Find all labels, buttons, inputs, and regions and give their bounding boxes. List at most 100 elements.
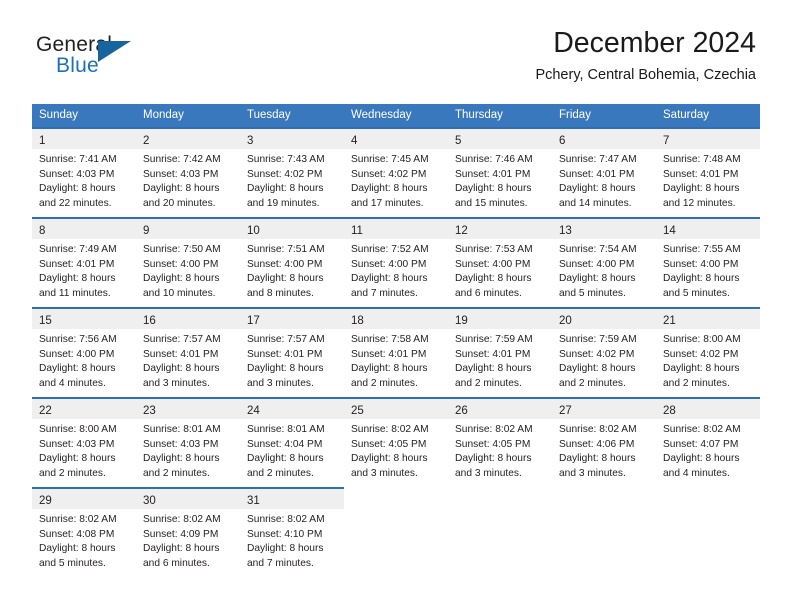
daylight-text-line2: and 2 minutes. — [663, 377, 730, 389]
daylight-text-line1: Daylight: 8 hours — [455, 273, 532, 285]
weekday-header-saturday: Saturday — [663, 109, 710, 121]
day-cell[interactable]: 24 Sunrise: 8:01 AM Sunset: 4:04 PM Dayl… — [240, 397, 344, 487]
day-cell[interactable]: 6 Sunrise: 7:47 AM Sunset: 4:01 PM Dayli… — [552, 127, 656, 217]
day-cell[interactable]: 10 Sunrise: 7:51 AM Sunset: 4:00 PM Dayl… — [240, 217, 344, 307]
day-cell[interactable]: 30 Sunrise: 8:02 AM Sunset: 4:09 PM Dayl… — [136, 487, 240, 577]
day-number-band: 24 — [240, 397, 344, 419]
daylight-text-line2: and 7 minutes. — [351, 287, 418, 299]
daylight-text-line2: and 3 minutes. — [455, 467, 522, 479]
day-number-band: 5 — [448, 127, 552, 149]
day-cell[interactable]: 11 Sunrise: 7:52 AM Sunset: 4:00 PM Dayl… — [344, 217, 448, 307]
day-cell-empty — [656, 487, 760, 577]
daylight-text-line1: Daylight: 8 hours — [559, 363, 636, 375]
sunrise-text: Sunrise: 8:02 AM — [559, 424, 637, 435]
day-cell[interactable]: 12 Sunrise: 7:53 AM Sunset: 4:00 PM Dayl… — [448, 217, 552, 307]
day-cell[interactable]: 2 Sunrise: 7:42 AM Sunset: 4:03 PM Dayli… — [136, 127, 240, 217]
day-cell[interactable]: 28 Sunrise: 8:02 AM Sunset: 4:07 PM Dayl… — [656, 397, 760, 487]
daylight-text-line1: Daylight: 8 hours — [559, 273, 636, 285]
day-number: 8 — [39, 225, 46, 237]
day-number: 17 — [247, 315, 260, 327]
day-number: 19 — [455, 315, 468, 327]
day-number: 7 — [663, 135, 670, 147]
daylight-text-line2: and 3 minutes. — [559, 467, 626, 479]
general-blue-logo[interactable]: General Blue — [36, 33, 216, 85]
sunrise-text: Sunrise: 8:01 AM — [247, 424, 325, 435]
day-number-band: 3 — [240, 127, 344, 149]
day-cell[interactable]: 7 Sunrise: 7:48 AM Sunset: 4:01 PM Dayli… — [656, 127, 760, 217]
day-cell[interactable]: 4 Sunrise: 7:45 AM Sunset: 4:02 PM Dayli… — [344, 127, 448, 217]
logo-text-blue: Blue — [56, 54, 99, 77]
daylight-text-line1: Daylight: 8 hours — [663, 363, 740, 375]
daylight-text-line2: and 10 minutes. — [143, 287, 216, 299]
sunrise-text: Sunrise: 7:54 AM — [559, 244, 637, 255]
day-cell[interactable]: 21 Sunrise: 8:00 AM Sunset: 4:02 PM Dayl… — [656, 307, 760, 397]
day-number-band — [656, 487, 760, 507]
day-details: Sunrise: 8:00 AM Sunset: 4:03 PM Dayligh… — [32, 419, 136, 481]
day-number-band: 11 — [344, 217, 448, 239]
day-cell[interactable]: 5 Sunrise: 7:46 AM Sunset: 4:01 PM Dayli… — [448, 127, 552, 217]
sunrise-text: Sunrise: 7:56 AM — [39, 334, 117, 345]
day-cell[interactable]: 17 Sunrise: 7:57 AM Sunset: 4:01 PM Dayl… — [240, 307, 344, 397]
weekday-header-wednesday: Wednesday — [351, 109, 412, 121]
sunrise-text: Sunrise: 8:02 AM — [143, 514, 221, 525]
day-cell[interactable]: 9 Sunrise: 7:50 AM Sunset: 4:00 PM Dayli… — [136, 217, 240, 307]
day-details: Sunrise: 8:02 AM Sunset: 4:10 PM Dayligh… — [240, 509, 344, 571]
daylight-text-line1: Daylight: 8 hours — [143, 183, 220, 195]
daylight-text-line1: Daylight: 8 hours — [455, 183, 532, 195]
page-header: General Blue December 2024 Pchery, Centr… — [0, 0, 792, 100]
day-cell-empty — [552, 487, 656, 577]
day-cell[interactable]: 16 Sunrise: 7:57 AM Sunset: 4:01 PM Dayl… — [136, 307, 240, 397]
daylight-text-line2: and 5 minutes. — [39, 557, 106, 569]
day-cell[interactable]: 13 Sunrise: 7:54 AM Sunset: 4:00 PM Dayl… — [552, 217, 656, 307]
day-number-band: 9 — [136, 217, 240, 239]
day-cell[interactable]: 14 Sunrise: 7:55 AM Sunset: 4:00 PM Dayl… — [656, 217, 760, 307]
day-number: 21 — [663, 315, 676, 327]
sunset-text: Sunset: 4:02 PM — [351, 168, 427, 180]
day-number: 1 — [39, 135, 46, 147]
daylight-text-line2: and 3 minutes. — [247, 377, 314, 389]
day-number-band: 14 — [656, 217, 760, 239]
day-cell[interactable]: 18 Sunrise: 7:58 AM Sunset: 4:01 PM Dayl… — [344, 307, 448, 397]
day-number-band: 20 — [552, 307, 656, 329]
day-cell[interactable]: 26 Sunrise: 8:02 AM Sunset: 4:05 PM Dayl… — [448, 397, 552, 487]
daylight-text-line2: and 6 minutes. — [143, 557, 210, 569]
daylight-text-line2: and 2 minutes. — [39, 467, 106, 479]
daylight-text-line1: Daylight: 8 hours — [143, 453, 220, 465]
day-details: Sunrise: 7:41 AM Sunset: 4:03 PM Dayligh… — [32, 149, 136, 211]
daylight-text-line1: Daylight: 8 hours — [247, 183, 324, 195]
daylight-text-line2: and 15 minutes. — [455, 197, 528, 209]
day-cell[interactable]: 25 Sunrise: 8:02 AM Sunset: 4:05 PM Dayl… — [344, 397, 448, 487]
day-cell[interactable]: 20 Sunrise: 7:59 AM Sunset: 4:02 PM Dayl… — [552, 307, 656, 397]
day-number: 28 — [663, 405, 676, 417]
day-details: Sunrise: 8:02 AM Sunset: 4:07 PM Dayligh… — [656, 419, 760, 481]
day-details: Sunrise: 7:43 AM Sunset: 4:02 PM Dayligh… — [240, 149, 344, 211]
day-cell[interactable]: 8 Sunrise: 7:49 AM Sunset: 4:01 PM Dayli… — [32, 217, 136, 307]
day-cell[interactable]: 1 Sunrise: 7:41 AM Sunset: 4:03 PM Dayli… — [32, 127, 136, 217]
day-number-band: 30 — [136, 487, 240, 509]
sunrise-text: Sunrise: 8:00 AM — [39, 424, 117, 435]
day-number-band: 18 — [344, 307, 448, 329]
sunrise-text: Sunrise: 7:49 AM — [39, 244, 117, 255]
day-number: 31 — [247, 495, 260, 507]
day-details: Sunrise: 8:02 AM Sunset: 4:09 PM Dayligh… — [136, 509, 240, 571]
day-cell[interactable]: 31 Sunrise: 8:02 AM Sunset: 4:10 PM Dayl… — [240, 487, 344, 577]
sunrise-text: Sunrise: 7:43 AM — [247, 154, 325, 165]
day-cell[interactable]: 15 Sunrise: 7:56 AM Sunset: 4:00 PM Dayl… — [32, 307, 136, 397]
daylight-text-line2: and 5 minutes. — [559, 287, 626, 299]
day-details: Sunrise: 7:49 AM Sunset: 4:01 PM Dayligh… — [32, 239, 136, 301]
day-cell[interactable]: 29 Sunrise: 8:02 AM Sunset: 4:08 PM Dayl… — [32, 487, 136, 577]
day-number: 24 — [247, 405, 260, 417]
day-number: 26 — [455, 405, 468, 417]
daylight-text-line2: and 20 minutes. — [143, 197, 216, 209]
day-number: 11 — [351, 225, 363, 237]
daylight-text-line2: and 6 minutes. — [455, 287, 522, 299]
day-cell[interactable]: 3 Sunrise: 7:43 AM Sunset: 4:02 PM Dayli… — [240, 127, 344, 217]
day-cell[interactable]: 23 Sunrise: 8:01 AM Sunset: 4:03 PM Dayl… — [136, 397, 240, 487]
day-number-band: 10 — [240, 217, 344, 239]
sunrise-text: Sunrise: 7:57 AM — [143, 334, 221, 345]
day-cell[interactable]: 22 Sunrise: 8:00 AM Sunset: 4:03 PM Dayl… — [32, 397, 136, 487]
week-row: 8 Sunrise: 7:49 AM Sunset: 4:01 PM Dayli… — [32, 217, 760, 307]
triangle-flag-icon — [98, 41, 131, 62]
day-cell[interactable]: 27 Sunrise: 8:02 AM Sunset: 4:06 PM Dayl… — [552, 397, 656, 487]
day-cell[interactable]: 19 Sunrise: 7:59 AM Sunset: 4:01 PM Dayl… — [448, 307, 552, 397]
